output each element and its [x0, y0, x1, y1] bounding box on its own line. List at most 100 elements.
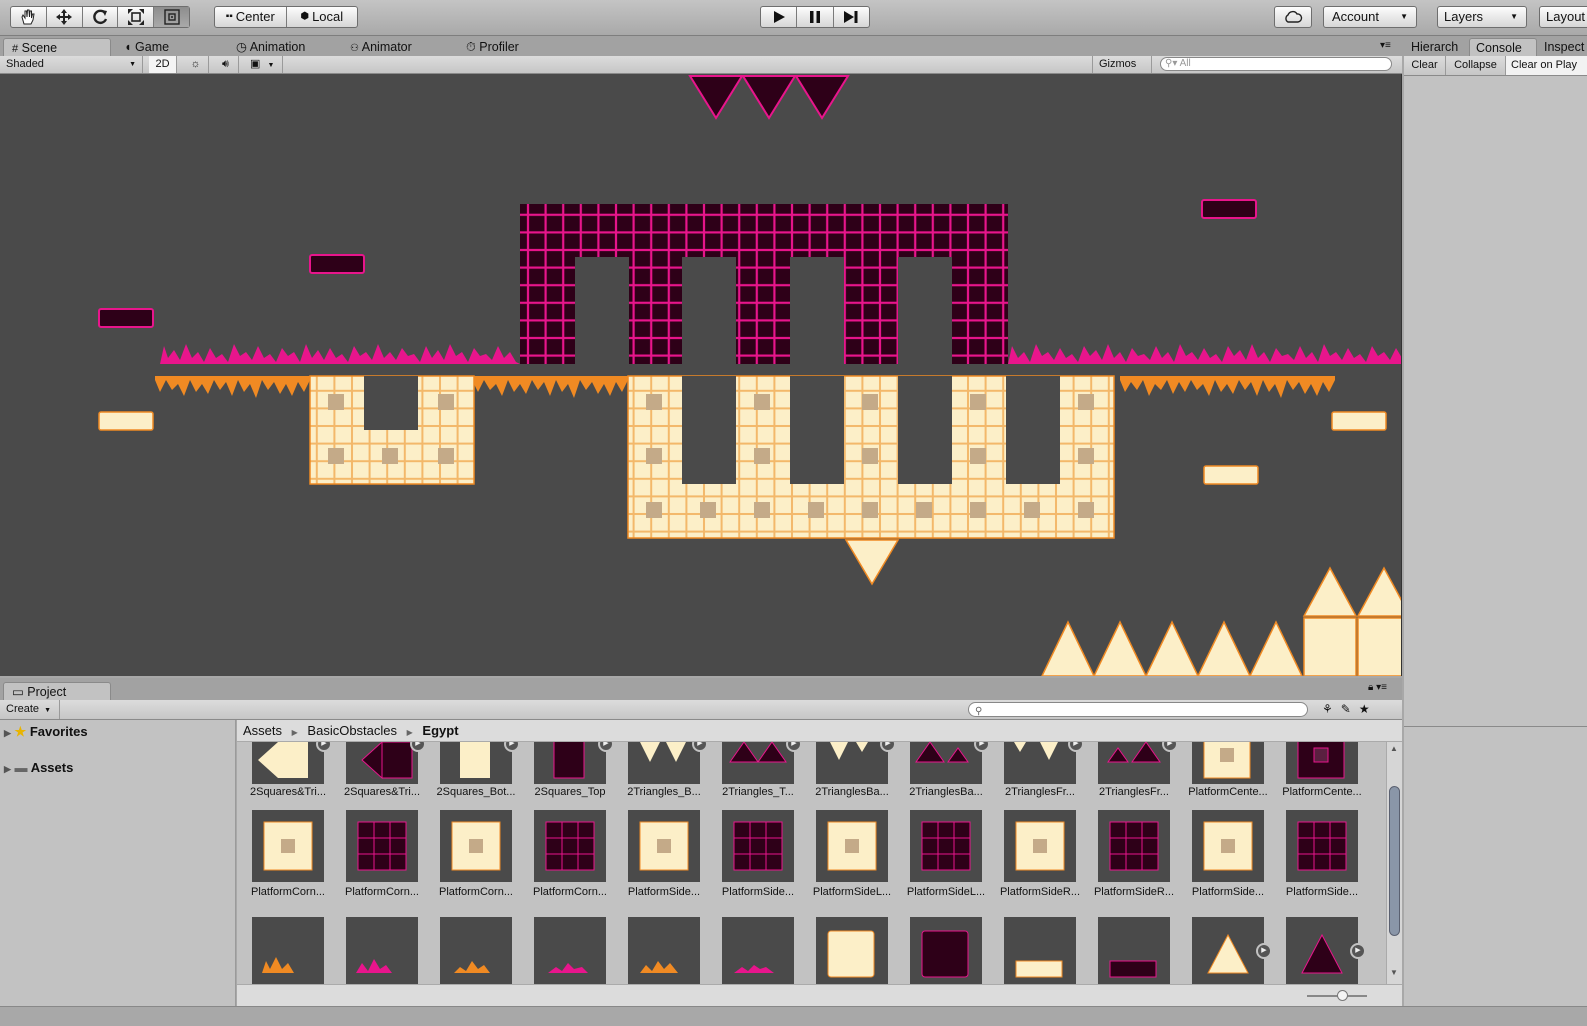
play-icon[interactable]: ▶: [410, 742, 426, 752]
asset-item[interactable]: [333, 917, 419, 984]
asset-item[interactable]: PlatformSideR...: [991, 810, 1080, 910]
console-clear-on-play-button[interactable]: Clear on Play: [1506, 56, 1587, 75]
asset-thumbnail: [816, 917, 888, 984]
disclosure-triangle-icon: ▶: [4, 764, 11, 774]
lighting-toggle[interactable]: ☼: [183, 56, 209, 73]
asset-item[interactable]: PlatformCorn...: [333, 810, 419, 910]
floating-dark-platform: [1201, 199, 1257, 219]
asset-item[interactable]: [1085, 917, 1171, 984]
asset-grid-scrollbar[interactable]: ▲ ▼: [1386, 742, 1402, 984]
gizmos-dropdown[interactable]: Gizmos ▼: [1092, 56, 1152, 86]
layout-dropdown[interactable]: Layout: [1539, 6, 1587, 28]
scrollbar-thumb[interactable]: [1389, 786, 1400, 936]
cube-icon: ⬢: [300, 11, 310, 22]
pause-button[interactable]: [797, 7, 834, 27]
play-button[interactable]: [761, 7, 798, 27]
play-icon[interactable]: ▶: [504, 742, 520, 752]
console-collapse-button[interactable]: Collapse: [1446, 56, 1506, 75]
asset-item[interactable]: ▶: [1273, 917, 1366, 984]
asset-item[interactable]: [521, 917, 607, 984]
tab-animation[interactable]: ◷ Animation: [228, 38, 338, 56]
play-icon[interactable]: ▶: [1162, 742, 1178, 752]
asset-item[interactable]: [803, 917, 889, 984]
asset-item[interactable]: PlatformSideL...: [803, 810, 891, 910]
tab-scene[interactable]: # Scene: [3, 38, 111, 56]
asset-thumbnail: [252, 742, 324, 784]
play-icon[interactable]: ▶: [1068, 742, 1084, 752]
scene-search-input[interactable]: ⚲▾ All: [1160, 57, 1392, 71]
assets-item[interactable]: ▶ ▬ Assets: [4, 760, 73, 775]
space-local-button[interactable]: ⬢ Local: [287, 7, 358, 27]
caret-down-icon: ▼: [267, 62, 275, 69]
play-icon: [773, 11, 785, 23]
asset-item[interactable]: PlatformSide...: [615, 810, 701, 910]
scroll-down-icon[interactable]: ▼: [1390, 968, 1398, 977]
effects-dropdown[interactable]: ▣ ▼: [245, 56, 283, 73]
shading-mode-dropdown[interactable]: Shaded ▼: [0, 56, 143, 73]
console-divider: [1404, 726, 1587, 727]
play-icon[interactable]: ▶: [1256, 943, 1272, 959]
console-clear-button[interactable]: Clear: [1404, 56, 1446, 75]
play-icon[interactable]: ▶: [692, 742, 708, 752]
tab-project[interactable]: ▭ Project: [3, 682, 111, 700]
play-icon[interactable]: ▶: [880, 742, 896, 752]
console-toolbar: Clear Collapse Clear on Play: [1404, 56, 1587, 76]
asset-item[interactable]: PlatformSideR...: [1085, 810, 1174, 910]
step-button[interactable]: [834, 7, 869, 27]
thumbnail-size-slider-knob[interactable]: [1337, 990, 1348, 1001]
move-tool-icon[interactable]: [47, 7, 83, 27]
asset-item[interactable]: [427, 917, 513, 984]
caret-down-icon: ▼: [1400, 12, 1408, 21]
pivot-icon: ▪▪: [225, 11, 233, 22]
asset-item[interactable]: [897, 917, 983, 984]
asset-item[interactable]: PlatformSideL...: [897, 810, 985, 910]
2d-toggle[interactable]: 2D: [149, 56, 177, 73]
asset-item[interactable]: [239, 917, 325, 984]
asset-item[interactable]: [991, 917, 1077, 984]
panel-menu-icon[interactable]: ▾≡: [1380, 40, 1391, 51]
scale-tool-icon[interactable]: [118, 7, 155, 27]
scene-canvas[interactable]: [0, 74, 1402, 676]
asset-item[interactable]: [709, 917, 795, 984]
asset-item[interactable]: PlatformSide...: [709, 810, 795, 910]
asset-item[interactable]: PlatformSide...: [1273, 810, 1359, 910]
cloud-button[interactable]: [1274, 6, 1312, 28]
grid-icon: #: [12, 43, 19, 55]
lock-icon[interactable]: 🔒︎ ▾≡: [1368, 682, 1387, 693]
breadcrumb-item[interactable]: Egypt: [422, 723, 458, 738]
favorites-item[interactable]: ▶ ★ Favorites: [4, 724, 88, 740]
layers-dropdown[interactable]: Layers ▼: [1437, 6, 1527, 28]
asset-item[interactable]: PlatformCorn...: [239, 810, 325, 910]
asset-item[interactable]: PlatformSide...: [1179, 810, 1265, 910]
asset-thumbnail: [722, 810, 794, 882]
play-icon[interactable]: ▶: [316, 742, 332, 752]
scene-viewport[interactable]: [0, 74, 1402, 676]
tab-inspector[interactable]: Inspect: [1538, 38, 1587, 56]
breadcrumb-item[interactable]: Assets: [243, 723, 282, 738]
project-search-input[interactable]: ⚲: [968, 702, 1308, 717]
asset-thumbnail: [534, 810, 606, 882]
create-dropdown[interactable]: Create ▼: [0, 700, 60, 719]
play-icon[interactable]: ▶: [598, 742, 614, 752]
tab-game[interactable]: ◖ Game: [116, 38, 216, 56]
breadcrumb-item[interactable]: BasicObstacles: [307, 723, 397, 738]
tab-console[interactable]: Console: [1469, 38, 1537, 56]
filter-icons[interactable]: ⚘✎★: [1322, 702, 1378, 716]
rotate-tool-icon[interactable]: [83, 7, 119, 27]
pivot-center-button[interactable]: ▪▪ Center: [215, 7, 287, 27]
play-icon[interactable]: ▶: [786, 742, 802, 752]
account-dropdown[interactable]: Account ▼: [1323, 6, 1417, 28]
hand-tool-icon[interactable]: [11, 7, 47, 27]
asset-item[interactable]: [615, 917, 701, 984]
play-icon[interactable]: ▶: [1350, 943, 1366, 959]
tab-hierarchy[interactable]: Hierarch: [1407, 38, 1469, 56]
asset-item[interactable]: PlatformCorn...: [521, 810, 607, 910]
scroll-up-icon[interactable]: ▲: [1390, 744, 1398, 753]
audio-toggle[interactable]: 🔊︎: [213, 56, 239, 73]
tab-profiler[interactable]: ⏱ Profiler: [458, 38, 568, 56]
play-icon[interactable]: ▶: [974, 742, 990, 752]
asset-item[interactable]: PlatformCorn...: [427, 810, 513, 910]
rect-tool-icon[interactable]: [154, 7, 189, 27]
tab-animator[interactable]: ⚇ Animator: [342, 38, 452, 56]
asset-item[interactable]: ▶: [1179, 917, 1272, 984]
